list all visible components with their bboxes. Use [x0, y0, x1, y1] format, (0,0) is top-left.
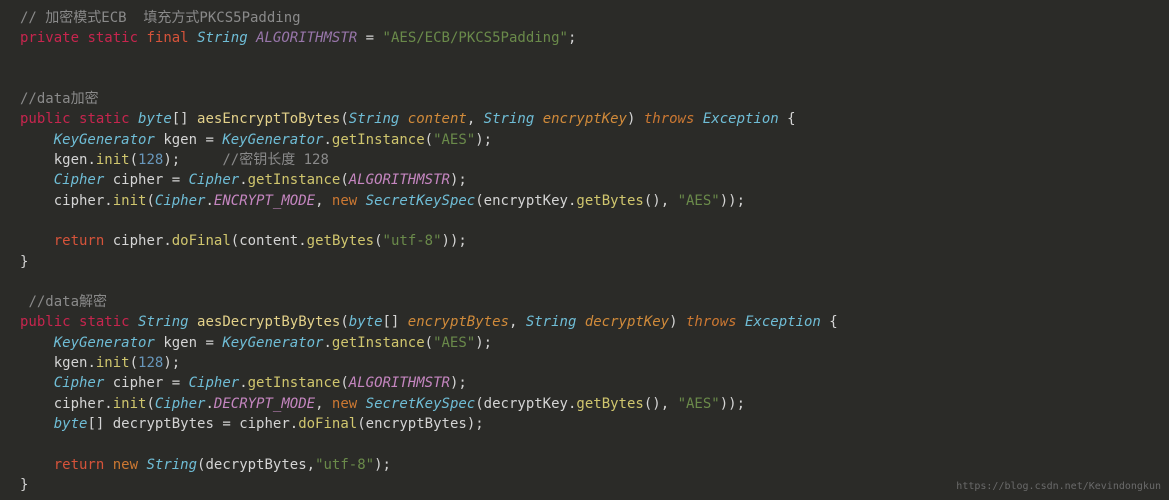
method-call: init — [96, 152, 130, 168]
identifier: cipher — [113, 375, 164, 391]
type: KeyGenerator — [54, 132, 155, 148]
type: String — [484, 111, 535, 127]
identifier: kgen — [54, 355, 88, 371]
constant: ALGORITHMSTR — [349, 172, 450, 188]
type: String — [349, 111, 400, 127]
type: KeyGenerator — [222, 335, 323, 351]
punc: [] — [87, 416, 104, 432]
punc: = — [357, 30, 382, 46]
method-call: getInstance — [332, 132, 425, 148]
identifier: kgen — [163, 335, 197, 351]
identifier: cipher — [54, 193, 105, 209]
param: decryptKey — [585, 314, 669, 330]
code-comment: // 加密模式ECB 填充方式PKCS5Padding — [20, 10, 301, 26]
method-call: init — [113, 396, 147, 412]
watermark: https://blog.csdn.net/Kevindongkun — [956, 480, 1161, 495]
constant: ENCRYPT_MODE — [214, 193, 315, 209]
identifier: decryptBytes — [205, 457, 306, 473]
type: Cipher — [155, 193, 206, 209]
identifier: cipher — [113, 172, 164, 188]
type: byte — [138, 111, 172, 127]
code-comment: //data加密 — [20, 91, 99, 107]
keyword: throws — [686, 314, 737, 330]
method-call: doFinal — [298, 416, 357, 432]
string: "AES" — [433, 335, 475, 351]
param: encryptKey — [543, 111, 627, 127]
keyword: static — [87, 30, 138, 46]
punc: ; — [568, 30, 576, 46]
type: String — [138, 314, 189, 330]
type: KeyGenerator — [222, 132, 323, 148]
punc: [] — [172, 111, 189, 127]
type: Cipher — [189, 172, 240, 188]
string: "utf-8" — [383, 233, 442, 249]
constant: ALGORITHMSTR — [256, 30, 357, 46]
type: String — [197, 30, 248, 46]
identifier: content — [239, 233, 298, 249]
code-comment: //data解密 — [28, 294, 107, 310]
identifier: cipher — [113, 233, 164, 249]
code-block: // 加密模式ECB 填充方式PKCS5Padding private stat… — [20, 8, 1169, 495]
keyword: return — [54, 233, 105, 249]
identifier: kgen — [163, 132, 197, 148]
string: "utf-8" — [315, 457, 374, 473]
keyword: final — [146, 30, 188, 46]
param: encryptBytes — [408, 314, 509, 330]
method-def: aesEncryptToBytes — [197, 111, 340, 127]
type: SecretKeySpec — [366, 396, 476, 412]
identifier: cipher — [239, 416, 290, 432]
string: "AES" — [678, 396, 720, 412]
code-comment: //密钥长度 128 — [222, 152, 329, 168]
identifier: encryptKey — [484, 193, 568, 209]
method-call: init — [96, 355, 130, 371]
method-call: getBytes — [307, 233, 374, 249]
type: Cipher — [189, 375, 240, 391]
keyword: static — [79, 111, 130, 127]
keyword: public — [20, 314, 71, 330]
type: KeyGenerator — [54, 335, 155, 351]
constant: ALGORITHMSTR — [349, 375, 450, 391]
type: byte — [349, 314, 383, 330]
constant: DECRYPT_MODE — [214, 396, 315, 412]
type: Cipher — [54, 375, 105, 391]
keyword: new — [332, 193, 357, 209]
keyword: private — [20, 30, 79, 46]
keyword: new — [332, 396, 357, 412]
method-call: init — [113, 193, 147, 209]
string: "AES" — [678, 193, 720, 209]
number: 128 — [138, 152, 163, 168]
param: content — [408, 111, 467, 127]
type: String — [146, 457, 197, 473]
method-call: getInstance — [332, 335, 425, 351]
keyword: public — [20, 111, 71, 127]
type: Exception — [745, 314, 821, 330]
identifier: encryptBytes — [366, 416, 467, 432]
keyword: throws — [644, 111, 695, 127]
keyword: static — [79, 314, 130, 330]
identifier: decryptKey — [484, 396, 568, 412]
method-def: aesDecryptByBytes — [197, 314, 340, 330]
punc: [] — [383, 314, 400, 330]
keyword: new — [113, 457, 138, 473]
method-call: getBytes — [576, 396, 643, 412]
method-call: getInstance — [248, 375, 341, 391]
string: "AES/ECB/PKCS5Padding" — [383, 30, 568, 46]
type: Cipher — [54, 172, 105, 188]
method-call: doFinal — [172, 233, 231, 249]
method-call: getBytes — [576, 193, 643, 209]
number: 128 — [138, 355, 163, 371]
type: Cipher — [155, 396, 206, 412]
method-call: getInstance — [248, 172, 341, 188]
type: byte — [54, 416, 88, 432]
identifier: cipher — [54, 396, 105, 412]
keyword: return — [54, 457, 105, 473]
string: "AES" — [433, 132, 475, 148]
type: Exception — [703, 111, 779, 127]
identifier: kgen — [54, 152, 88, 168]
type: String — [526, 314, 577, 330]
type: SecretKeySpec — [366, 193, 476, 209]
identifier: decryptBytes — [113, 416, 214, 432]
